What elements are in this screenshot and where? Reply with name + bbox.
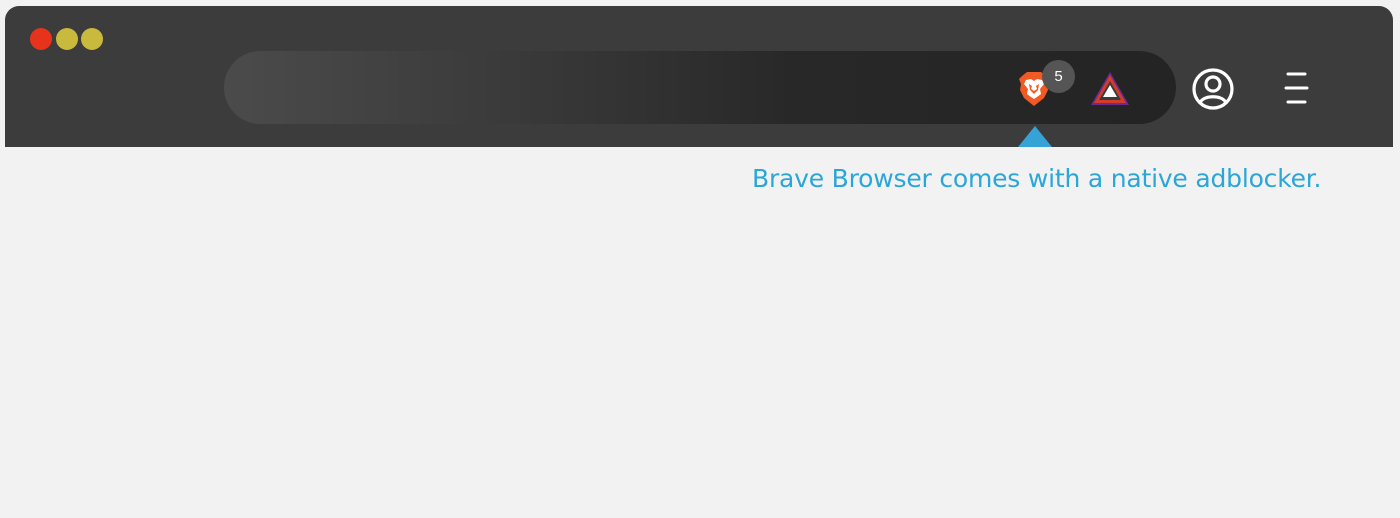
callout-pointer xyxy=(1018,126,1052,147)
shields-blocked-count-badge: 5 xyxy=(1042,60,1075,93)
maximize-window-button[interactable] xyxy=(81,28,103,50)
browser-window: 5 Brave Browser comes with a native adbl… xyxy=(0,0,1400,518)
adblocker-callout-text: Brave Browser comes with a native adbloc… xyxy=(752,164,1322,193)
minimize-window-button[interactable] xyxy=(56,28,78,50)
brave-rewards-icon[interactable] xyxy=(1090,71,1130,107)
hamburger-menu-icon[interactable] xyxy=(1283,70,1311,106)
close-window-button[interactable] xyxy=(30,28,52,50)
profile-icon[interactable] xyxy=(1191,67,1235,111)
